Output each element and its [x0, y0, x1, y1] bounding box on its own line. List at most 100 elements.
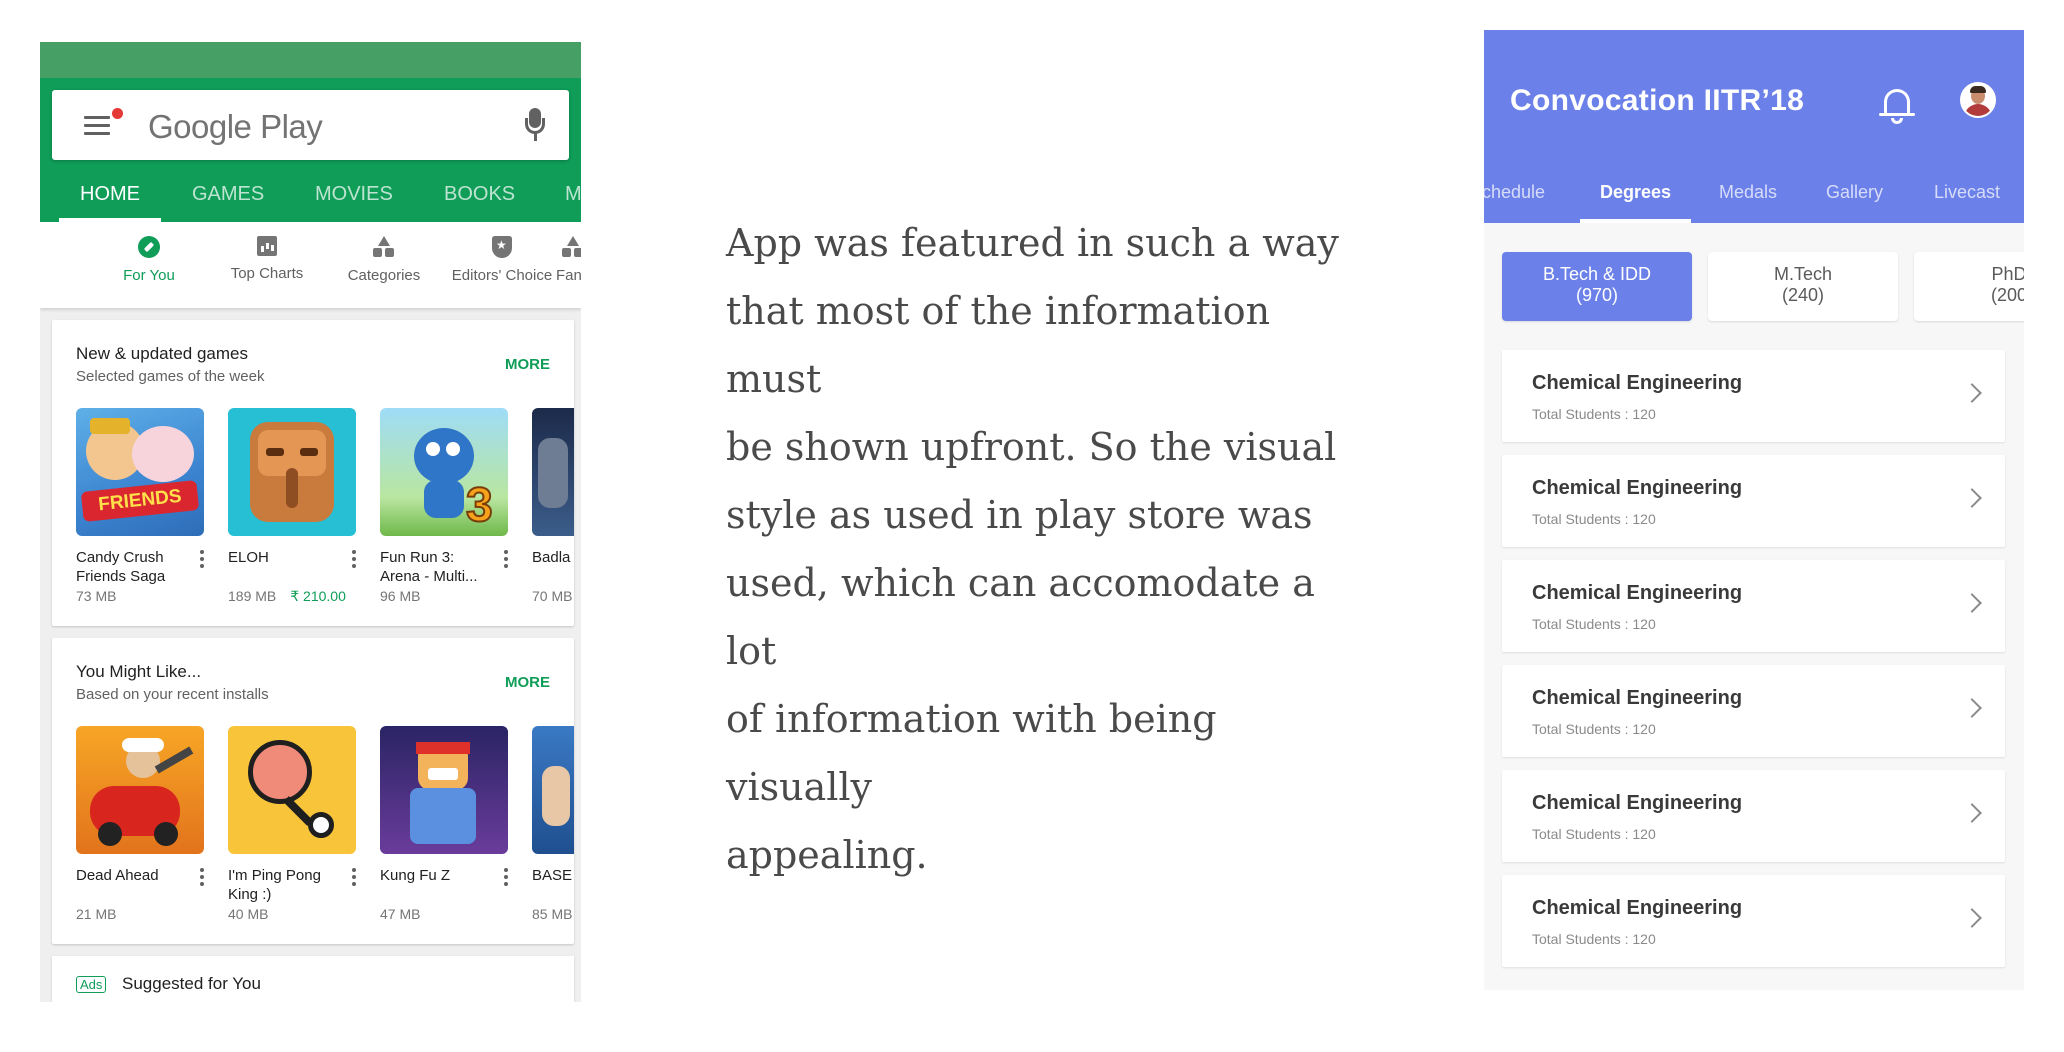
overflow-icon[interactable]: [200, 868, 204, 889]
ads-badge: Ads: [76, 976, 107, 993]
description-line: of information with being visually: [726, 697, 1217, 809]
chip-label: PhD: [1991, 264, 2024, 284]
chip-count: (970): [1575, 285, 1619, 305]
card-new-games: New & updated games Selected games of th…: [52, 320, 574, 626]
microphone-icon[interactable]: [525, 108, 545, 142]
more-button[interactable]: MORE: [505, 356, 550, 373]
chevron-right-icon: [1962, 908, 1982, 928]
app-name: Badla: [532, 549, 571, 566]
app-tile[interactable]: ELOH 189 MB ₹ 210.00: [228, 408, 356, 605]
description-text: App was featured in such a way that most…: [726, 209, 1366, 889]
app-icon: FRIENDS: [76, 408, 204, 536]
tab-more[interactable]: M: [565, 168, 581, 222]
play-header: Google Play HOME GAMES MOVIES BOOKS M: [40, 78, 581, 222]
overflow-icon[interactable]: [504, 550, 508, 571]
friends-logo: FRIENDS: [80, 480, 200, 522]
chip-count: (200: [1990, 285, 2024, 305]
department-name: Chemical Engineering: [1532, 897, 1743, 919]
overflow-icon[interactable]: [352, 550, 356, 571]
description-line: that most of the information must: [726, 289, 1271, 401]
department-row[interactable]: Chemical Engineering Total Students : 12…: [1502, 770, 2005, 862]
chevron-right-icon: [1962, 383, 1982, 403]
department-row[interactable]: Chemical Engineering Total Students : 12…: [1502, 665, 2005, 757]
app-size: 73 MB: [76, 588, 117, 604]
overflow-icon[interactable]: [200, 550, 204, 571]
tab-livecast[interactable]: Livecast: [1934, 170, 2000, 223]
tab-movies[interactable]: MOVIES: [315, 168, 393, 222]
department-name: Chemical Engineering: [1532, 792, 1743, 814]
description-line: appealing.: [726, 833, 928, 877]
search-bar[interactable]: Google Play: [52, 90, 569, 160]
app-name: BASE: [532, 867, 573, 884]
run-badge: 3: [465, 478, 494, 533]
chip-count: (240): [1781, 285, 1825, 305]
student-count: Total Students : 120: [1532, 931, 1656, 947]
ads-card[interactable]: Ads Suggested for You: [52, 956, 574, 1002]
card-title: You Might Like...: [76, 662, 202, 681]
app-icon: [532, 408, 574, 536]
app-tile[interactable]: Dead Ahead 21 MB: [76, 726, 204, 922]
chart-icon: [257, 236, 277, 256]
subnav-categories[interactable]: Categories: [325, 236, 443, 284]
status-bar: [40, 42, 581, 78]
subnav-label: Fan: [556, 267, 581, 284]
more-button[interactable]: MORE: [505, 674, 550, 691]
badge-icon: [492, 236, 512, 258]
app-tile[interactable]: BASE 85 MB: [532, 726, 574, 922]
convocation-screen: Convocation IITR’18 chedule Degrees Meda…: [1484, 30, 2024, 990]
avatar[interactable]: [1960, 82, 1996, 118]
description-line: style as used in play store was: [726, 493, 1313, 537]
department-row[interactable]: Chemical Engineering Total Students : 12…: [1502, 350, 2005, 442]
convocation-header: Convocation IITR’18 chedule Degrees Meda…: [1484, 30, 2024, 223]
tab-games[interactable]: GAMES: [192, 168, 264, 222]
chip-phd[interactable]: PhD (200: [1914, 252, 2024, 321]
notification-dot: [112, 108, 123, 119]
chevron-right-icon: [1962, 488, 1982, 508]
menu-icon[interactable]: [84, 116, 110, 136]
app-price: ₹ 210.00: [290, 588, 346, 604]
overflow-icon[interactable]: [352, 868, 356, 889]
app-tile[interactable]: FRIENDS Candy Crush Friends Saga 73 MB: [76, 408, 204, 604]
tab-home[interactable]: HOME: [59, 168, 161, 222]
tab-books[interactable]: BOOKS: [444, 168, 515, 222]
app-icon: 3: [380, 408, 508, 536]
app-tile[interactable]: 3 Fun Run 3: Arena - Multi... 96 MB: [380, 408, 508, 604]
tab-schedule[interactable]: chedule: [1484, 170, 1545, 223]
student-count: Total Students : 120: [1532, 616, 1656, 632]
student-count: Total Students : 120: [1532, 406, 1656, 422]
subnav-label: Top Charts: [230, 265, 304, 282]
app-icon: [228, 408, 356, 536]
chevron-right-icon: [1962, 593, 1982, 613]
chip-btech[interactable]: B.Tech & IDD (970): [1502, 252, 1692, 321]
card-subtitle: Based on your recent installs: [76, 686, 269, 703]
app-name: I'm Ping Pong King :): [228, 867, 321, 903]
overflow-icon[interactable]: [504, 868, 508, 889]
student-count: Total Students : 120: [1532, 511, 1656, 527]
tab-gallery[interactable]: Gallery: [1826, 170, 1883, 223]
department-row[interactable]: Chemical Engineering Total Students : 12…: [1502, 560, 2005, 652]
subnav-family[interactable]: Fan: [540, 236, 581, 284]
play-subnav: For You Top Charts Categories Editors' C…: [40, 222, 581, 308]
app-name: Fun Run 3: Arena - Multi...: [380, 549, 478, 585]
student-count: Total Students : 120: [1532, 826, 1656, 842]
app-tile[interactable]: Badla 70 MB: [532, 408, 574, 604]
categories-icon: [373, 236, 395, 258]
bell-icon[interactable]: [1879, 86, 1915, 124]
tab-medals[interactable]: Medals: [1719, 170, 1777, 223]
app-name: Dead Ahead: [76, 867, 159, 884]
tab-degrees[interactable]: Degrees: [1579, 170, 1692, 223]
department-row[interactable]: Chemical Engineering Total Students : 12…: [1502, 455, 2005, 547]
department-name: Chemical Engineering: [1532, 372, 1743, 394]
subnav-for-you[interactable]: For You: [90, 236, 208, 284]
description-line: App was featured in such a way: [726, 221, 1339, 265]
description-line: used, which can accomodate a lot: [726, 561, 1315, 673]
app-tile[interactable]: I'm Ping Pong King :) 40 MB: [228, 726, 356, 922]
app-tile[interactable]: Kung Fu Z 47 MB: [380, 726, 508, 922]
chip-mtech[interactable]: M.Tech (240): [1708, 252, 1898, 321]
subnav-label: For You: [123, 267, 175, 284]
department-name: Chemical Engineering: [1532, 582, 1743, 604]
chevron-right-icon: [1962, 803, 1982, 823]
subnav-top-charts[interactable]: Top Charts: [208, 236, 326, 282]
department-row[interactable]: Chemical Engineering Total Students : 12…: [1502, 875, 2005, 967]
play-store-screen: Google Play HOME GAMES MOVIES BOOKS M Fo…: [40, 42, 581, 1002]
